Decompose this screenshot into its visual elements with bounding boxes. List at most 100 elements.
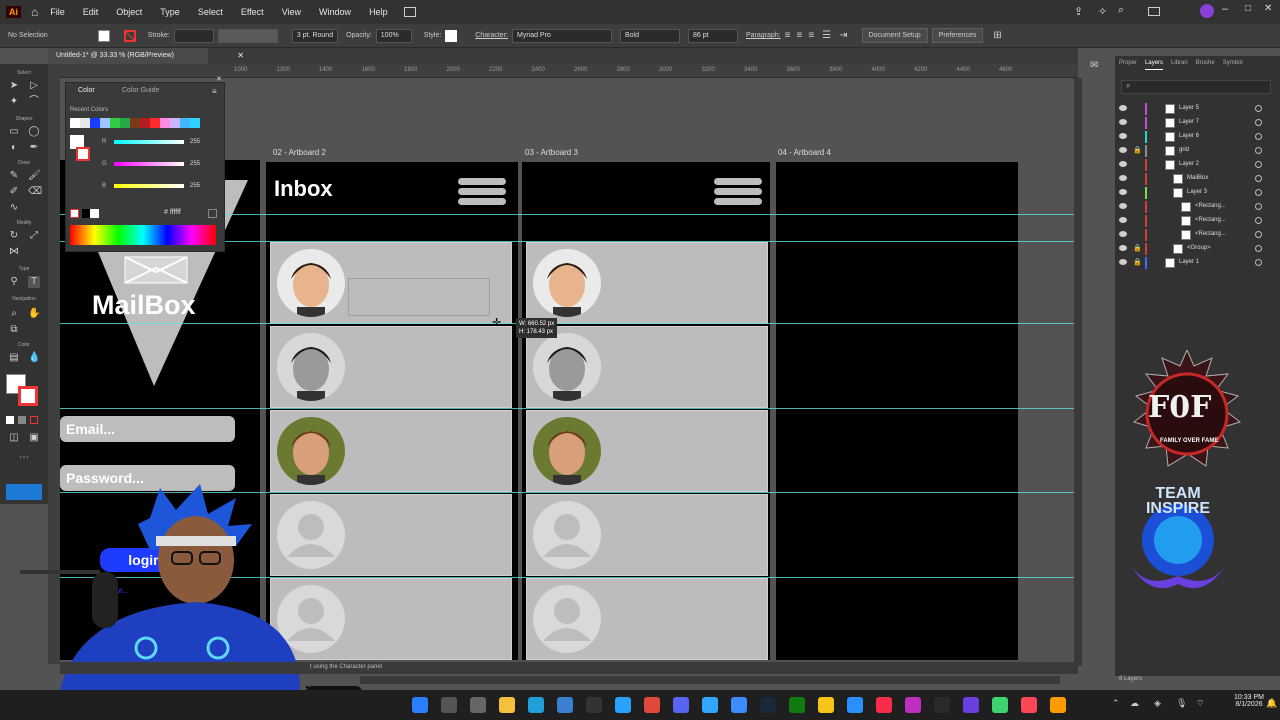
none-mode-icon[interactable] (30, 416, 38, 424)
user-avatar[interactable] (1200, 4, 1214, 18)
tray-wifi-icon[interactable]: ⌔ (1196, 698, 1204, 709)
menu-effect[interactable]: Effect (235, 7, 270, 17)
search-icon[interactable]: ⌕ (1118, 4, 1124, 17)
layer-name[interactable]: <Rectang... (1195, 231, 1226, 237)
recent-color-swatch[interactable] (100, 118, 110, 128)
visibility-eye-icon[interactable] (1119, 245, 1127, 251)
channel-slider[interactable] (114, 140, 184, 144)
chrome-icon[interactable] (644, 697, 660, 713)
app-icon[interactable] (905, 697, 921, 713)
visibility-eye-icon[interactable] (1119, 105, 1127, 111)
layer-row[interactable]: 🔒 grid (1115, 144, 1280, 158)
contact-row[interactable] (526, 494, 768, 576)
selection-tool-icon[interactable]: ➤ (8, 80, 20, 92)
layer-row[interactable]: Layer 2 (1115, 158, 1280, 172)
tab-color[interactable]: Color (78, 87, 95, 94)
width-tool-icon[interactable]: ⋈ (8, 246, 20, 258)
menu-select[interactable]: Select (192, 7, 229, 17)
photos-icon[interactable] (615, 697, 631, 713)
font-style-field[interactable]: Bold (619, 28, 680, 43)
visibility-eye-icon[interactable] (1119, 147, 1127, 153)
discord-icon[interactable] (673, 697, 689, 713)
artboard-2-label[interactable]: 02 - Artboard 2 (273, 148, 326, 157)
comments-icon[interactable]: ✉ (1090, 60, 1106, 74)
lock-icon[interactable]: 🔒 (1133, 146, 1142, 154)
brush-icon[interactable]: 🖌 (28, 170, 41, 182)
visibility-eye-icon[interactable] (1119, 119, 1127, 125)
eyedropper-icon[interactable]: 💧 (28, 352, 40, 364)
panel-menu-icon[interactable]: ≡ (212, 87, 217, 96)
target-circle-icon[interactable] (1255, 119, 1262, 126)
align-left-icon[interactable]: ≡ (785, 30, 791, 41)
contact-row[interactable] (270, 326, 512, 408)
list-icon[interactable]: ☰ (822, 30, 831, 41)
hamburger-menu-icon[interactable] (458, 178, 506, 205)
screen-mode-icon[interactable]: ▣ (28, 432, 40, 444)
horizontal-scrollbar[interactable] (360, 676, 1060, 684)
layer-name[interactable]: <Group> (1187, 245, 1211, 251)
target-circle-icon[interactable] (1255, 175, 1262, 182)
gradient-mode-icon[interactable] (18, 416, 26, 424)
tray-network-icon[interactable]: ◈ (1154, 698, 1161, 709)
stroke-weight-field[interactable] (173, 28, 214, 43)
rotate-tool-icon[interactable]: ↻ (8, 230, 20, 242)
maximize-icon[interactable]: □ (1245, 3, 1251, 14)
epic-games-icon[interactable] (586, 697, 602, 713)
app-icon[interactable] (963, 697, 979, 713)
variable-width-field[interactable] (217, 28, 278, 43)
visibility-eye-icon[interactable] (1119, 203, 1127, 209)
font-family-field[interactable]: Myriad Pro (511, 28, 612, 43)
layer-row[interactable]: <Rectang... (1115, 214, 1280, 228)
target-circle-icon[interactable] (1255, 259, 1262, 266)
tab-color-guide[interactable]: Color Guide (122, 87, 159, 94)
tab-close-icon[interactable]: ✕ (237, 51, 244, 60)
share-icon[interactable]: ⇪ (1074, 5, 1083, 18)
target-circle-icon[interactable] (1255, 245, 1262, 252)
visibility-eye-icon[interactable] (1119, 161, 1127, 167)
menu-file[interactable]: File (44, 7, 71, 17)
media-encoder-icon[interactable] (934, 697, 950, 713)
stroke-swatch[interactable] (123, 29, 136, 42)
color-spectrum[interactable] (70, 225, 216, 245)
store-icon[interactable] (557, 697, 573, 713)
layer-name[interactable]: Layer 6 (1179, 133, 1199, 139)
scale-tool-icon[interactable]: ⤢ (28, 230, 40, 242)
menu-window[interactable]: Window (313, 7, 357, 17)
menu-type[interactable]: Type (154, 7, 186, 17)
channel-value[interactable]: 255 (190, 161, 200, 167)
visibility-eye-icon[interactable] (1119, 231, 1127, 237)
pencil-icon[interactable]: ✎ (8, 170, 20, 182)
layer-row[interactable]: 🔒 <Group> (1115, 242, 1280, 256)
visibility-eye-icon[interactable] (1119, 217, 1127, 223)
artboard-4-label[interactable]: 04 - Artboard 4 (778, 148, 831, 157)
blob-brush-icon[interactable]: ✐ (8, 186, 20, 198)
none-swatch[interactable] (70, 209, 79, 218)
layer-name[interactable]: Layer 7 (1179, 119, 1199, 125)
target-circle-icon[interactable] (1255, 147, 1262, 154)
layer-name[interactable]: Layer 5 (1179, 105, 1199, 111)
lock-icon[interactable]: 🔒 (1133, 244, 1142, 252)
lasso-icon[interactable]: ⌒ (28, 96, 40, 108)
hand-tool-icon[interactable]: ✋ (28, 308, 40, 320)
layer-name[interactable]: Layer 3 (1187, 189, 1207, 195)
menu-edit[interactable]: Edit (77, 7, 105, 17)
layer-name[interactable]: Layer 2 (1179, 161, 1199, 167)
eraser-icon[interactable]: ⌫ (28, 186, 42, 198)
stroke-preview-swatch[interactable] (76, 147, 90, 161)
white-swatch[interactable] (90, 209, 99, 218)
hamburger-menu-icon[interactable] (714, 178, 762, 205)
app-icon[interactable] (847, 697, 863, 713)
arrange-documents-icon[interactable] (403, 7, 416, 17)
stroke-profile-field[interactable]: 3 pt. Round (291, 28, 339, 43)
recent-color-swatch[interactable] (110, 118, 120, 128)
character-label[interactable]: Character: (475, 32, 508, 39)
target-circle-icon[interactable] (1255, 231, 1262, 238)
type-tool-icon[interactable]: T (28, 276, 40, 288)
task-view-icon[interactable] (470, 697, 486, 713)
workspace-icon[interactable] (1148, 7, 1160, 16)
tray-chevron-icon[interactable]: ⌃ (1112, 698, 1120, 709)
valorant-icon[interactable] (1021, 697, 1037, 713)
recent-color-swatch[interactable] (130, 118, 140, 128)
document-setup-button[interactable]: Document Setup (861, 28, 928, 43)
horizontal-ruler[interactable]: 1000 1200 1400 1600 1800 2000 2200 2400 2600 2800… (60, 64, 1078, 78)
